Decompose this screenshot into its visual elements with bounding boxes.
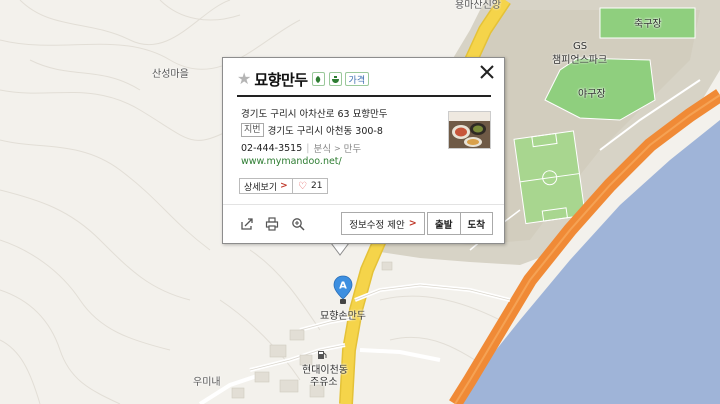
route-button-group: 출발 도착: [427, 212, 493, 235]
separator: |: [306, 142, 310, 154]
chevron-right-icon: >: [280, 181, 288, 191]
depart-button[interactable]: 출발: [428, 213, 460, 234]
price-badge: 가격: [344, 72, 370, 86]
gas-station-icon: [318, 351, 327, 359]
chevron-right-icon: >: [333, 143, 341, 153]
bowl-badge-icon: [328, 72, 342, 86]
map-label-soccer-field: 축구장: [634, 19, 662, 30]
close-icon[interactable]: [478, 63, 496, 81]
jibun-label: 지번: [241, 123, 264, 137]
phone-category-row: 02-444-3515 | 분식 > 만두: [241, 141, 361, 156]
heart-icon: ♡: [298, 180, 307, 192]
print-icon[interactable]: [265, 217, 279, 231]
favorite-star-icon[interactable]: ★: [237, 71, 251, 87]
detail-view-button[interactable]: 상세보기 >: [239, 178, 293, 194]
map-label-umine: 우미내: [193, 377, 221, 388]
arrive-button[interactable]: 도착: [459, 213, 493, 234]
place-title[interactable]: 묘향만두: [254, 69, 308, 90]
map-label-top: 용마산신앙: [455, 0, 501, 11]
jibun-address: 경기도 구리시 아천동 300-8: [267, 126, 383, 137]
road-address: 경기도 구리시 아차산로 63 묘향만두: [241, 109, 388, 120]
detail-view-label: 상세보기: [244, 182, 278, 193]
marker-label: 묘향손만두: [320, 311, 366, 322]
map-label-baseball-field: 야구장: [578, 89, 606, 100]
chevron-right-icon: >: [408, 218, 417, 229]
phone-number: 02-444-3515: [241, 142, 303, 154]
jibun-address-row: 지번 경기도 구리시 아천동 300-8: [241, 123, 383, 137]
title-divider: [237, 95, 491, 97]
place-photo-thumbnail[interactable]: [448, 111, 491, 149]
suggest-edit-label: 정보수정 제안: [349, 219, 405, 231]
map-label-gas-station-2: 주유소: [310, 377, 338, 388]
map-label-sinsan: 산성마을: [152, 69, 189, 80]
toolbar-divider: [223, 204, 504, 205]
category-parent[interactable]: 분식: [313, 141, 330, 155]
marker-letter: A: [339, 281, 347, 292]
category[interactable]: 만두: [344, 141, 361, 155]
map-label-champions-park: 챔피언스파크: [552, 55, 608, 66]
share-icon[interactable]: [240, 217, 254, 231]
title-row: ★ 묘향만두 가격: [237, 68, 370, 90]
like-count: 21: [310, 181, 323, 191]
zoom-in-icon[interactable]: [291, 217, 305, 231]
place-info-popup: ★ 묘향만두 가격 경기도 구리시 아차산로 63 묘향만두 지번 경기도 구리…: [222, 57, 505, 244]
place-marker-a[interactable]: A: [333, 275, 353, 305]
leaf-badge-icon: [311, 72, 325, 86]
like-button[interactable]: ♡ 21: [292, 178, 329, 194]
homepage-link[interactable]: www.mymandoo.net/: [241, 156, 342, 167]
suggest-edit-button[interactable]: 정보수정 제안 >: [341, 212, 425, 235]
popup-tail: [330, 243, 350, 256]
